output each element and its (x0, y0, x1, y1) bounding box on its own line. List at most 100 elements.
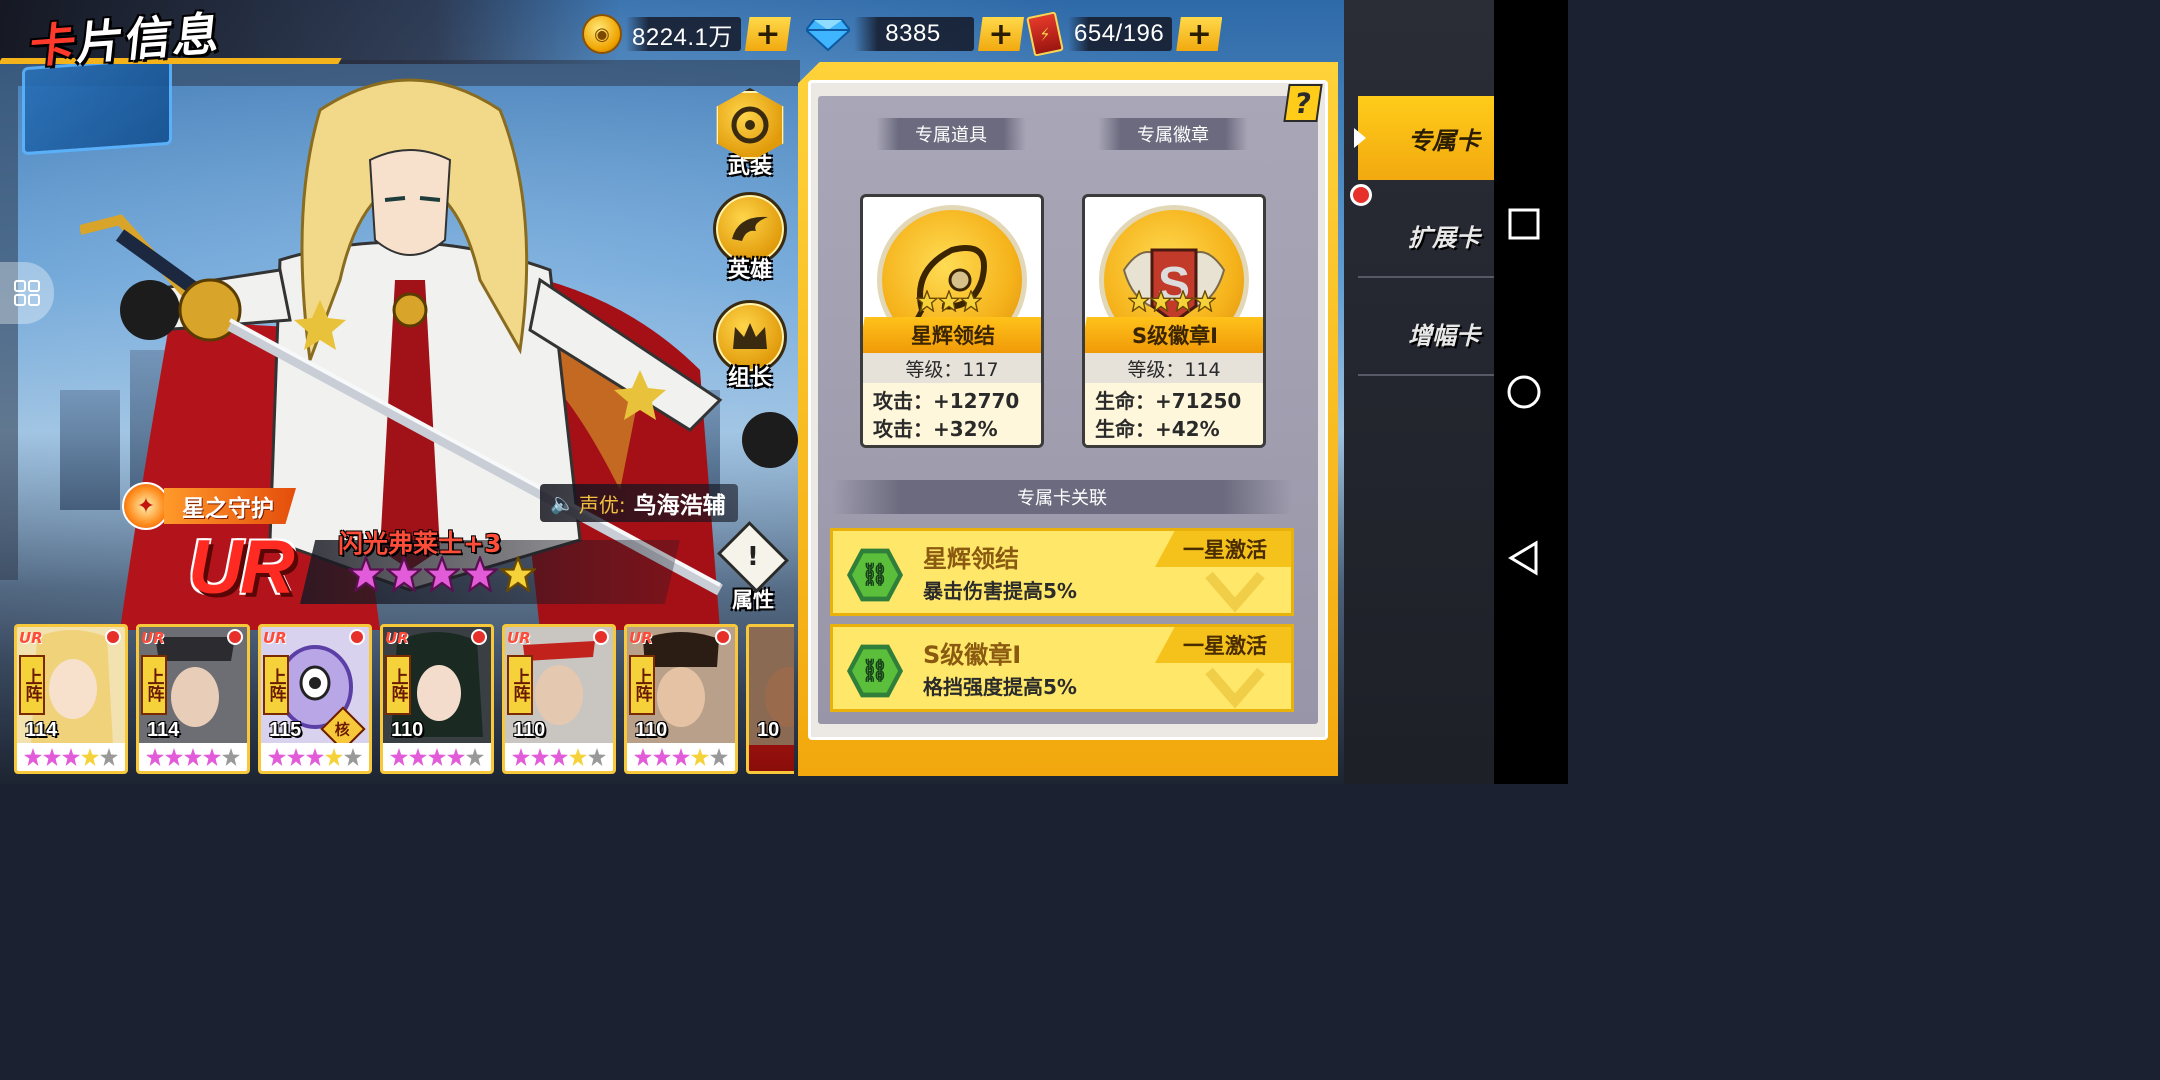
star-icon (81, 748, 99, 766)
item-stat-attack: 攻击：+12770 (873, 389, 1020, 413)
hero-level: 115 (269, 719, 302, 741)
active-tab-marker (1354, 128, 1366, 148)
diamond-amount: 8385 (885, 20, 941, 47)
star-icon (146, 748, 164, 766)
hero-stars (17, 743, 125, 771)
star-burst-icon: ✦ (122, 482, 170, 530)
notification-dot (227, 629, 243, 645)
item-level: 等级：117 (863, 353, 1041, 383)
hero-stars (383, 743, 491, 771)
star-icon (938, 290, 960, 312)
badge-stat-hp: 生命：+71250 (1095, 389, 1242, 413)
hero-level: 110 (635, 719, 668, 741)
notification-dot (349, 629, 365, 645)
star-icon (100, 748, 118, 766)
square-icon (1508, 208, 1540, 240)
star-icon (325, 748, 343, 766)
star-icon (569, 748, 587, 766)
help-button[interactable]: ? (1283, 84, 1323, 122)
recent-apps-button[interactable] (1506, 206, 1542, 242)
star-icon (1128, 290, 1150, 312)
hero-level: 110 (391, 719, 424, 741)
hero-stars (261, 743, 369, 771)
add-diamond-button[interactable]: + (978, 17, 1024, 51)
star-icon (62, 748, 80, 766)
rarity-label: UR (263, 629, 287, 647)
hero-level: 114 (147, 719, 180, 741)
link-row-badge[interactable]: ⛓ S级徽章I 格挡强度提高5% 一星激活 (830, 624, 1294, 712)
star-icon (447, 748, 465, 766)
link-title: 星辉领结 (923, 545, 1019, 573)
hero-stars (505, 743, 613, 771)
star-icon (184, 748, 202, 766)
speaker-icon: 🔈 (550, 491, 575, 515)
voice-actor-info[interactable]: 🔈 声优: 鸟海浩辅 (540, 484, 738, 522)
armed-button[interactable]: 武装 (712, 88, 788, 180)
star-icon (588, 748, 606, 766)
star-icon (428, 748, 446, 766)
star-icon (500, 556, 536, 592)
star-icon (550, 748, 568, 766)
star-icon (1172, 290, 1194, 312)
back-button[interactable] (1506, 540, 1542, 576)
star-icon (165, 748, 183, 766)
star-icon (268, 748, 286, 766)
attributes-button[interactable]: ! 属性 (716, 520, 790, 614)
hero-level: 110 (513, 719, 546, 741)
add-ticket-button[interactable]: + (1176, 17, 1223, 51)
hero-level: 10 (757, 719, 780, 741)
item-stats: 攻击：+12770 攻击：+32% (863, 383, 1041, 445)
deployed-tag: 上阵 (507, 655, 533, 715)
star-icon (344, 748, 362, 766)
home-button[interactable] (1506, 374, 1542, 410)
gold-amount: 8224.1万 (632, 23, 733, 51)
team-card[interactable]: UR 上阵 110 (624, 624, 738, 774)
link-section-header: 专属卡关联 (832, 480, 1292, 514)
star-icon (691, 748, 709, 766)
star-icon (462, 556, 498, 592)
item-stars (916, 290, 982, 312)
deployed-tag: 上阵 (141, 655, 167, 715)
star-icon (672, 748, 690, 766)
link-icon: ⛓ (847, 644, 903, 698)
rarity-label: UR (19, 629, 43, 647)
star-icon (424, 556, 460, 592)
exclusive-item-card[interactable]: 星辉领结 等级：117 攻击：+12770 攻击：+32% (860, 194, 1044, 448)
exclusive-badge-card[interactable]: S S级徽章I 等级：114 生命：+71250 生命：+42% (1082, 194, 1266, 448)
voice-actor-label: 声优: (578, 492, 626, 517)
link-title: S级徽章I (923, 641, 1022, 669)
add-gold-button[interactable]: + (744, 17, 791, 51)
star-icon (287, 748, 305, 766)
chevron-down-icon (1205, 667, 1265, 709)
team-card[interactable]: UR 上阵 115 核 (258, 624, 372, 774)
star-icon (960, 290, 982, 312)
team-card[interactable]: 10 (746, 624, 794, 774)
star-icon (203, 748, 221, 766)
link-icon: ⛓ (847, 548, 903, 602)
badge-stars (1128, 290, 1216, 312)
diamond-currency: 8385 + (806, 14, 1024, 54)
rarity-label: UR (507, 629, 531, 647)
star-icon (306, 748, 324, 766)
team-card[interactable]: UR 上阵 110 (502, 624, 616, 774)
notification-dot (105, 629, 121, 645)
link-row-item[interactable]: ⛓ 星辉领结 暴击伤害提高5% 一星激活 (830, 528, 1294, 616)
item-section-header: 专属道具 (876, 118, 1026, 150)
team-card[interactable]: UR 上阵 114 (14, 624, 128, 774)
star-icon (222, 748, 240, 766)
team-card[interactable]: UR 上阵 114 (136, 624, 250, 774)
leader-button[interactable]: 组长 (712, 300, 788, 392)
gold-currency: ◉ 8224.1万 + (582, 14, 791, 54)
rarity-label: UR (141, 629, 165, 647)
rarity-badge: UR (188, 525, 295, 610)
ticket-currency: ⚡ 654/196 + (1026, 11, 1223, 57)
ticket-amount: 654/196 (1074, 20, 1165, 47)
link-desc: 格挡强度提高5% (923, 675, 1077, 699)
hero-button[interactable]: 英雄 (712, 192, 788, 284)
badge-level: 等级：114 (1085, 353, 1263, 383)
team-card[interactable]: UR 上阵 110 (380, 624, 494, 774)
notification-dot (471, 629, 487, 645)
deployed-tag: 上阵 (629, 655, 655, 715)
grid-icon (14, 280, 40, 306)
armed-emblem-icon (716, 88, 784, 162)
